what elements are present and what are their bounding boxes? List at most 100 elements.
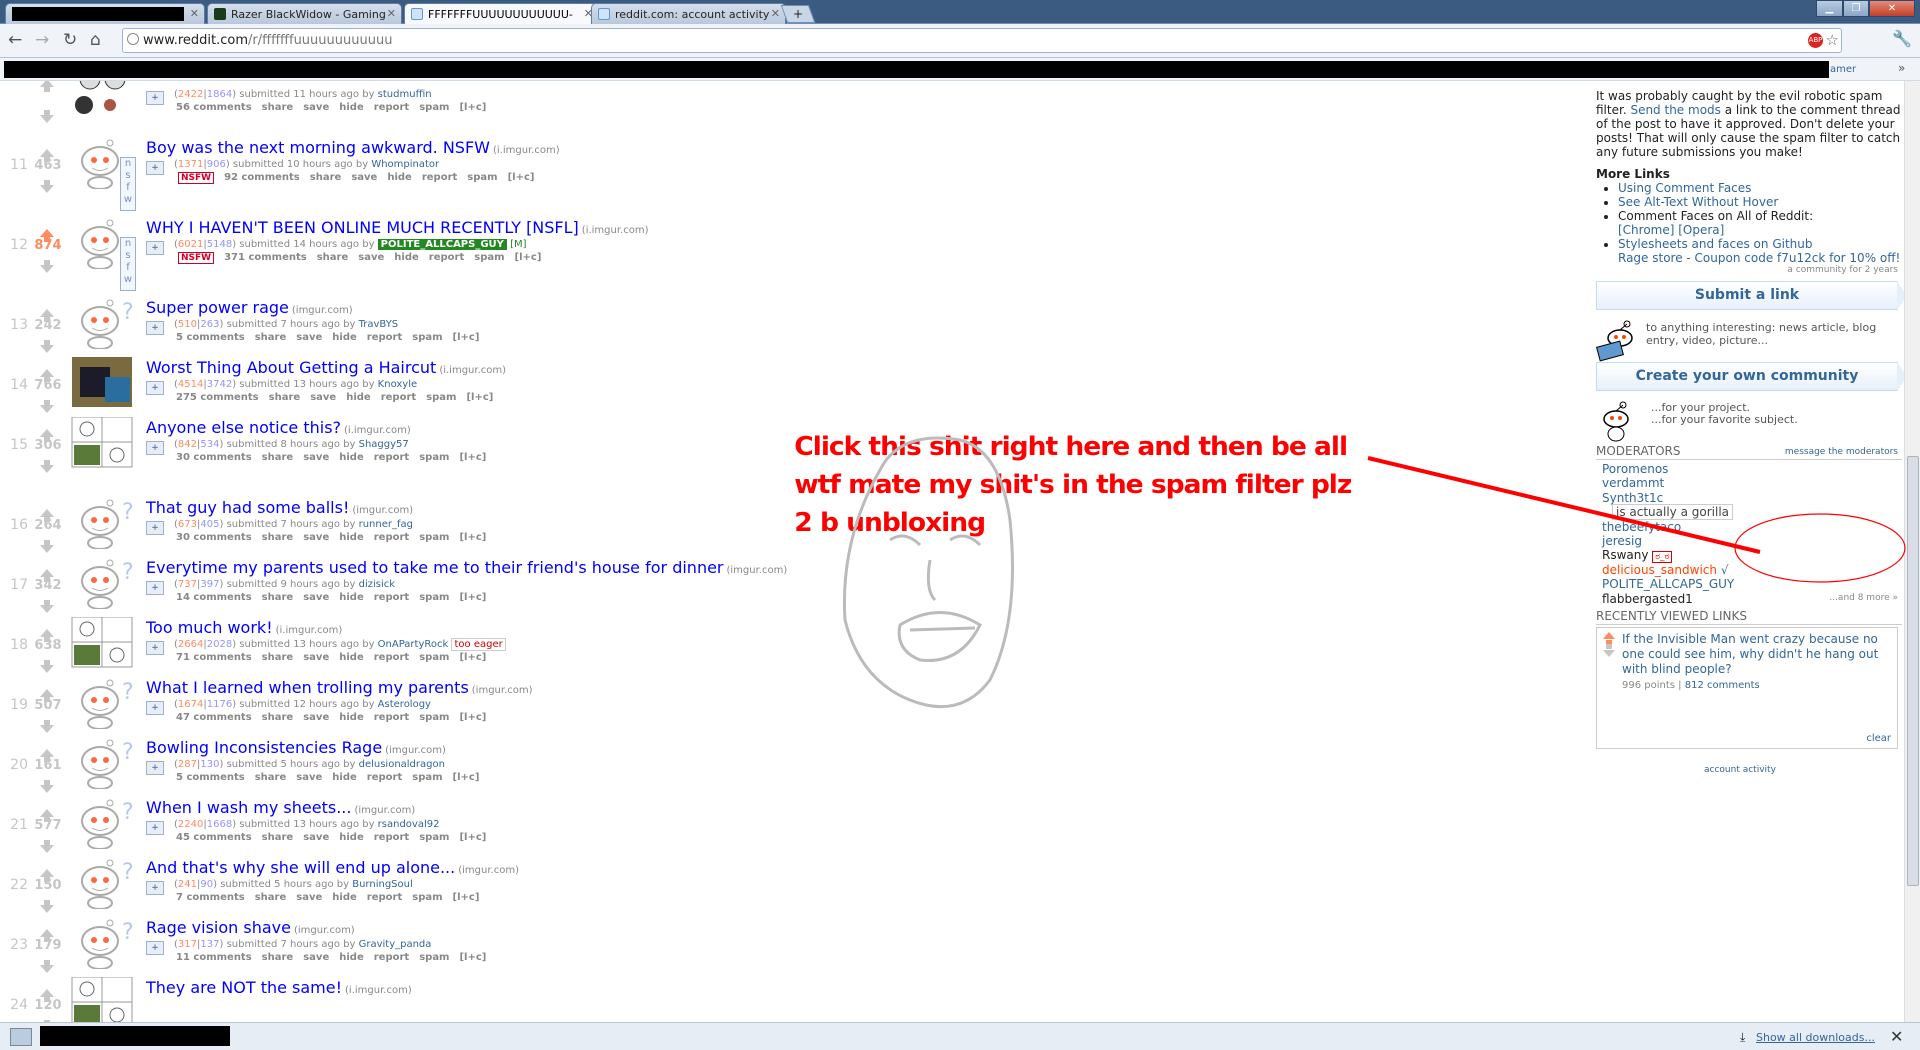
close-icon[interactable]: ✕ bbox=[387, 7, 396, 20]
report-link[interactable]: report bbox=[374, 952, 409, 963]
hide-link[interactable]: hide bbox=[332, 772, 357, 783]
lc-link[interactable]: [l+c] bbox=[459, 532, 486, 543]
back-arrow-icon[interactable]: ← bbox=[8, 31, 22, 49]
page-info-icon[interactable] bbox=[127, 33, 139, 45]
tab-redacted[interactable]: ✕ bbox=[5, 3, 205, 24]
post-title-link[interactable]: Super power rage (imgur.com) bbox=[146, 298, 353, 317]
upvote-arrow-icon[interactable] bbox=[40, 869, 54, 882]
post-domain[interactable]: (imgur.com) bbox=[292, 305, 353, 316]
close-icon[interactable]: ✕ bbox=[190, 7, 199, 20]
post-author-link[interactable]: studmuffin bbox=[378, 89, 432, 100]
thumbnail-icon[interactable]: ? bbox=[70, 557, 140, 609]
report-link[interactable]: report bbox=[381, 392, 416, 403]
comments-link[interactable]: 45 comments bbox=[176, 832, 252, 843]
post-title-link[interactable]: Worst Thing About Getting a Haircut (i.im… bbox=[146, 358, 506, 377]
spam-link[interactable]: spam bbox=[419, 532, 449, 543]
save-link[interactable]: save bbox=[296, 332, 322, 343]
expando-button[interactable]: + bbox=[146, 581, 164, 595]
upvote-arrow-icon[interactable] bbox=[40, 429, 54, 442]
report-link[interactable]: report bbox=[374, 102, 409, 113]
save-link[interactable]: save bbox=[303, 592, 329, 603]
moderator-link[interactable]: POLITE_ALLCAPS_GUY bbox=[1602, 577, 1734, 591]
lc-link[interactable]: [l+c] bbox=[466, 392, 493, 403]
address-bar[interactable]: www.reddit.com/r/fffffffuuuuuuuuuuuu ABP… bbox=[122, 28, 1842, 53]
downvote-arrow-icon[interactable] bbox=[40, 960, 54, 973]
share-link[interactable]: share bbox=[310, 172, 342, 183]
tab-razer[interactable]: Razer BlackWidow - Gaming ✕ bbox=[207, 3, 402, 24]
spam-link[interactable]: spam bbox=[419, 102, 449, 113]
post-title-link[interactable]: Too much work! (i.imgur.com) bbox=[146, 618, 342, 637]
save-link[interactable]: save bbox=[303, 952, 329, 963]
post-title-link[interactable] bbox=[146, 81, 149, 87]
post-title-link[interactable]: When I wash my sheets... (imgur.com) bbox=[146, 798, 415, 817]
spam-link[interactable]: spam bbox=[419, 592, 449, 603]
tab-f7u12[interactable]: FFFFFFFUUUUUUUUUUUU- ✕ bbox=[404, 3, 599, 25]
tab-account-activity[interactable]: reddit.com: account activity ✕ bbox=[591, 3, 786, 24]
lc-link[interactable]: [l+c] bbox=[508, 172, 535, 183]
more-link-github[interactable]: Stylesheets and faces on Github bbox=[1618, 237, 1812, 251]
thumbnail-icon[interactable] bbox=[70, 81, 140, 119]
share-link[interactable]: share bbox=[255, 892, 287, 903]
save-link[interactable]: save bbox=[303, 712, 329, 723]
upvote-arrow-icon[interactable] bbox=[1603, 632, 1615, 645]
hide-link[interactable]: hide bbox=[339, 102, 364, 113]
report-link[interactable]: report bbox=[429, 252, 464, 263]
upvote-arrow-icon[interactable] bbox=[40, 689, 54, 702]
report-link[interactable]: report bbox=[374, 712, 409, 723]
thumbnail-icon[interactable]: ? bbox=[70, 297, 140, 349]
thumbnail-icon[interactable]: ? bbox=[70, 677, 140, 729]
lc-link[interactable]: [l+c] bbox=[459, 712, 486, 723]
show-all-downloads-link[interactable]: Show all downloads... bbox=[1756, 1031, 1875, 1044]
expando-button[interactable]: + bbox=[146, 701, 164, 715]
recent-comments-link[interactable]: 812 comments bbox=[1685, 680, 1760, 691]
post-title-link[interactable]: What I learned when trolling my parents(… bbox=[146, 678, 533, 697]
report-link[interactable]: report bbox=[374, 532, 409, 543]
lc-link[interactable]: [l+c] bbox=[453, 892, 480, 903]
moderator-link[interactable]: thebeefytaco bbox=[1602, 520, 1734, 534]
moderator-link[interactable]: delicious_sandwich √ bbox=[1602, 563, 1734, 577]
thumbnail-icon[interactable] bbox=[70, 357, 140, 409]
post-title-link[interactable]: They are NOT the same! (i.imgur.com) bbox=[146, 978, 412, 997]
upvote-arrow-icon[interactable] bbox=[40, 509, 54, 522]
upvote-arrow-icon[interactable] bbox=[40, 569, 54, 582]
post-domain[interactable]: (i.imgur.com) bbox=[582, 225, 649, 236]
comments-link[interactable]: 56 comments bbox=[176, 102, 252, 113]
close-window-button[interactable]: ✕ bbox=[1869, 0, 1915, 17]
expando-button[interactable]: + bbox=[146, 91, 164, 105]
save-link[interactable]: save bbox=[303, 532, 329, 543]
more-link-comment-faces[interactable]: Using Comment Faces bbox=[1618, 181, 1751, 195]
comments-link[interactable]: 47 comments bbox=[176, 712, 252, 723]
post-title-link[interactable]: That guy had some balls! (imgur.com) bbox=[146, 498, 413, 517]
report-link[interactable]: report bbox=[422, 172, 457, 183]
post-domain[interactable]: (imgur.com) bbox=[727, 565, 788, 576]
thumbnail-icon[interactable]: ? bbox=[70, 857, 140, 909]
thumbnail-icon[interactable] bbox=[70, 417, 140, 469]
hide-link[interactable]: hide bbox=[332, 892, 357, 903]
downvote-arrow-icon[interactable] bbox=[40, 780, 54, 793]
upvote-arrow-icon[interactable] bbox=[40, 989, 54, 1002]
hide-link[interactable]: hide bbox=[339, 652, 364, 663]
bookmark-fragment[interactable]: amer bbox=[1830, 64, 1856, 75]
save-link[interactable]: save bbox=[303, 652, 329, 663]
send-mods-link[interactable]: Send the mods bbox=[1630, 103, 1720, 117]
comments-link[interactable]: 5 comments bbox=[176, 772, 245, 783]
report-link[interactable]: report bbox=[367, 892, 402, 903]
comments-link[interactable]: 30 comments bbox=[176, 532, 252, 543]
post-title-link[interactable]: Everytime my parents used to take me to … bbox=[146, 558, 787, 577]
maximize-button[interactable]: ❐ bbox=[1843, 0, 1869, 17]
share-link[interactable]: share bbox=[262, 452, 294, 463]
spam-link[interactable]: spam bbox=[419, 832, 449, 843]
upvote-arrow-icon[interactable] bbox=[40, 369, 54, 382]
post-domain[interactable]: (imgur.com) bbox=[352, 505, 413, 516]
comments-link[interactable]: 371 comments bbox=[224, 252, 307, 263]
share-link[interactable]: share bbox=[317, 252, 349, 263]
thumbnail-icon[interactable] bbox=[70, 617, 140, 669]
post-domain[interactable]: (i.imgur.com) bbox=[439, 365, 506, 376]
spam-link[interactable]: spam bbox=[419, 652, 449, 663]
scrollbar-thumb[interactable] bbox=[1907, 456, 1919, 886]
post-domain[interactable]: (imgur.com) bbox=[294, 925, 355, 936]
spam-link[interactable]: spam bbox=[412, 892, 442, 903]
share-link[interactable]: share bbox=[255, 772, 287, 783]
post-author-link[interactable]: POLITE_ALLCAPS_GUY bbox=[377, 239, 507, 250]
downvote-arrow-icon[interactable] bbox=[40, 600, 54, 613]
